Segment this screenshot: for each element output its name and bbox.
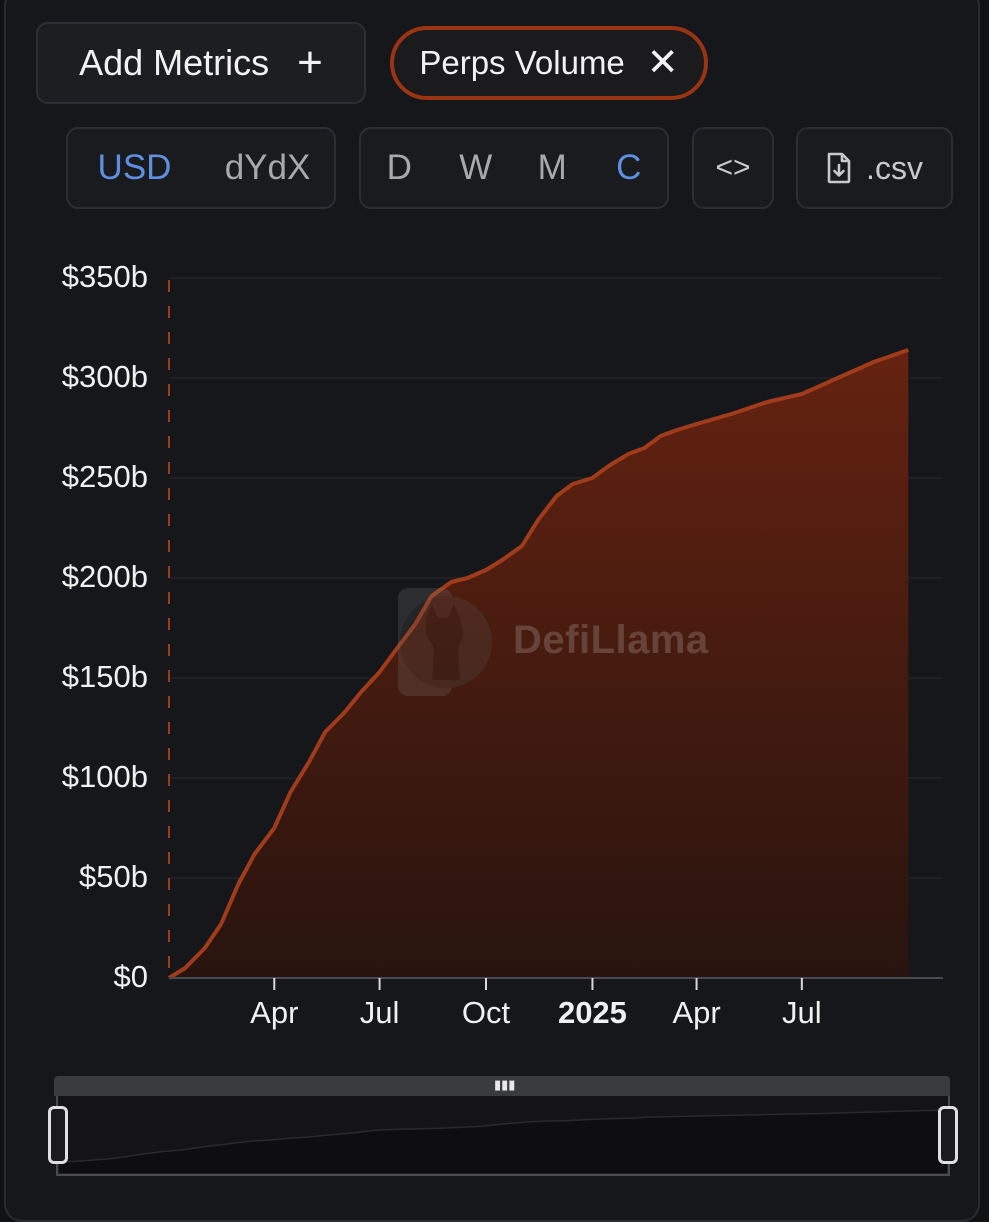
y-tick-label: $50b <box>79 859 148 894</box>
y-tick-label: $250b <box>61 459 148 494</box>
x-tick-label: 2025 <box>557 995 627 1030</box>
defillama-watermark: DefiLlama <box>398 588 728 698</box>
x-tick-label: Jul <box>782 995 822 1030</box>
y-tick-label: $350b <box>61 259 148 294</box>
slider-window[interactable] <box>56 1096 950 1176</box>
slider-bar[interactable]: ▮▮▮ <box>54 1076 950 1096</box>
y-tick-label: $100b <box>61 759 148 794</box>
y-tick-label: $200b <box>61 559 148 594</box>
x-tick-label: Apr <box>250 995 299 1030</box>
watermark-text: DefiLlama <box>513 618 709 662</box>
slider-preview-line <box>57 1109 949 1175</box>
y-tick-label: $150b <box>61 659 148 694</box>
slider-handle-right[interactable] <box>938 1106 958 1164</box>
grip-icon[interactable]: ▮▮▮ <box>494 1078 515 1092</box>
x-tick-label: Apr <box>672 995 721 1030</box>
y-tick-label: $0 <box>113 959 148 994</box>
llama-logo-icon <box>398 588 492 696</box>
y-tick-label: $300b <box>61 359 148 394</box>
x-tick-label: Oct <box>461 995 511 1030</box>
range-slider[interactable]: ▮▮▮ <box>48 1076 958 1176</box>
slider-handle-left[interactable] <box>48 1106 68 1164</box>
x-tick-label: Jul <box>359 995 400 1030</box>
